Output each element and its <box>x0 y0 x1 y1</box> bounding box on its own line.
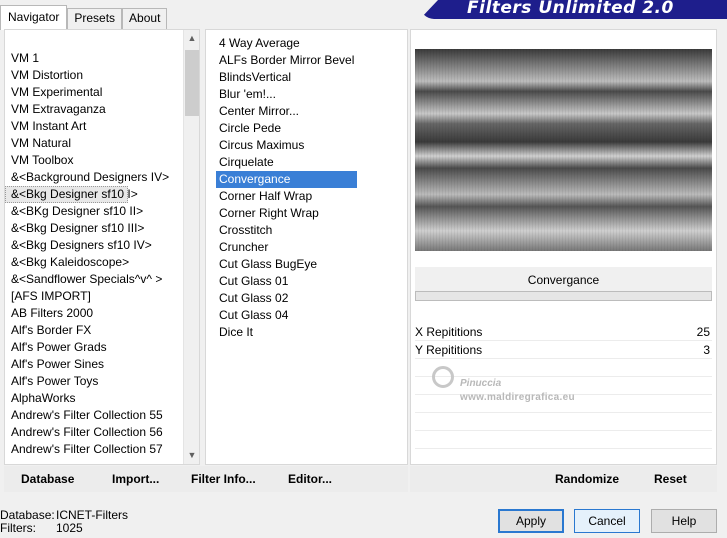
category-item[interactable]: VM Instant Art <box>5 118 185 135</box>
filter-item[interactable]: Crosstitch <box>216 222 357 239</box>
category-item[interactable]: Alf's Power Sines <box>5 356 185 373</box>
filter-item-selected[interactable]: Convergance <box>216 171 358 188</box>
tab-presets[interactable]: Presets <box>67 8 123 31</box>
category-item[interactable]: &<Sandflower Specials^v^ > <box>5 271 185 288</box>
scroll-down-icon[interactable]: ▼ <box>184 447 200 464</box>
filter-item[interactable]: Center Mirror... <box>216 103 357 120</box>
category-item[interactable]: AlphaWorks <box>5 390 185 407</box>
database-button[interactable]: Database <box>21 472 74 486</box>
category-item[interactable]: VM 1 <box>5 50 185 67</box>
category-item[interactable]: Alf's Power Grads <box>5 339 185 356</box>
current-filter-name: Convergance <box>415 267 712 293</box>
filter-item[interactable]: Circle Pede <box>216 120 357 137</box>
watermark-logo-icon <box>432 366 454 388</box>
right-button-bar: Randomize Reset <box>410 466 717 492</box>
cancel-button[interactable]: Cancel <box>574 509 640 533</box>
status-filters-label: Filters: <box>0 521 36 535</box>
category-item-selected[interactable]: &<Bkg Designer sf10 I> <box>5 186 138 203</box>
filter-item[interactable]: Dice It <box>216 324 357 341</box>
tab-navigator[interactable]: Navigator <box>0 5 68 30</box>
category-item[interactable]: AB Filters 2000 <box>5 305 185 322</box>
filter-item[interactable]: Cut Glass 04 <box>216 307 357 324</box>
preview-image <box>415 49 712 251</box>
app-title: Filters Unlimited 2.0 <box>467 0 674 18</box>
filter-item[interactable]: Circus Maximus <box>216 137 357 154</box>
category-item[interactable]: Alf's Border FX <box>5 322 185 339</box>
progress-bar <box>415 291 712 301</box>
editor-button[interactable]: Editor... <box>288 472 332 486</box>
filter-item[interactable]: Cut Glass 02 <box>216 290 357 307</box>
category-item[interactable]: VM Natural <box>5 135 185 152</box>
watermark-url: www.maldiregrafica.eu <box>460 392 575 403</box>
category-item[interactable]: VM Toolbox <box>5 152 185 169</box>
category-item[interactable]: VM Experimental <box>5 84 185 101</box>
apply-button[interactable]: Apply <box>498 509 564 533</box>
param-label: Y Repititions <box>415 343 483 357</box>
category-list-panel: VM 1 VM Distortion VM Experimental VM Ex… <box>4 29 200 465</box>
status-info: Database:ICNET-Filters Filters: 1025 <box>0 509 128 535</box>
param-value: 3 <box>703 343 710 357</box>
category-item[interactable]: Andrew's Filter Collection 56 <box>5 424 185 441</box>
filter-item[interactable]: BlindsVertical <box>216 69 357 86</box>
status-filters-value: 1025 <box>56 521 83 535</box>
category-item[interactable]: Andrew's Filter Collection 55 <box>5 407 185 424</box>
status-filters: Filters: 1025 <box>0 522 128 535</box>
filter-item[interactable]: Corner Right Wrap <box>216 205 357 222</box>
param-row-x[interactable]: X Repititions 25 <box>415 323 712 341</box>
param-row-empty <box>415 431 712 449</box>
category-item[interactable]: [AFS IMPORT] <box>5 288 185 305</box>
filter-item[interactable]: Cruncher <box>216 239 357 256</box>
category-item[interactable]: VM Distortion <box>5 67 185 84</box>
category-item[interactable]: Andrew's Filter Collection 57 <box>5 441 185 458</box>
param-row-empty <box>415 413 712 431</box>
category-list: VM 1 VM Distortion VM Experimental VM Ex… <box>5 50 185 458</box>
param-row-y[interactable]: Y Repititions 3 <box>415 341 712 359</box>
category-item[interactable]: Alf's Power Toys <box>5 373 185 390</box>
watermark: Pinuccia www.maldiregrafica.eu <box>432 364 632 414</box>
param-row-empty <box>415 449 712 467</box>
category-item[interactable]: &<Bkg Designers sf10 IV> <box>5 237 185 254</box>
left-button-bar: Database Import... Filter Info... Editor… <box>4 466 408 492</box>
category-scrollbar[interactable]: ▲ ▼ <box>183 30 199 464</box>
filter-list: 4 Way Average ALFs Border Mirror Bevel B… <box>216 35 358 341</box>
filter-item[interactable]: 4 Way Average <box>216 35 357 52</box>
scrollbar-thumb[interactable] <box>185 50 199 116</box>
scroll-up-icon[interactable]: ▲ <box>184 30 200 47</box>
param-label: X Repititions <box>415 325 483 339</box>
category-item[interactable]: &<BKg Designer sf10 II> <box>5 203 185 220</box>
import-button[interactable]: Import... <box>112 472 159 486</box>
filter-item[interactable]: ALFs Border Mirror Bevel <box>216 52 357 69</box>
category-item[interactable]: VM Extravaganza <box>5 101 185 118</box>
filter-item[interactable]: Cut Glass BugEye <box>216 256 357 273</box>
category-item[interactable]: &<Bkg Designer sf10 III> <box>5 220 185 237</box>
randomize-button[interactable]: Randomize <box>555 472 619 486</box>
watermark-name: Pinuccia <box>460 378 502 389</box>
filter-info-button[interactable]: Filter Info... <box>191 472 256 486</box>
help-button[interactable]: Help <box>651 509 717 533</box>
filter-item[interactable]: Blur 'em!... <box>216 86 357 103</box>
filter-item[interactable]: Cirquelate <box>216 154 357 171</box>
filter-list-panel: 4 Way Average ALFs Border Mirror Bevel B… <box>205 29 408 465</box>
tab-bar: Navigator Presets About <box>0 5 168 31</box>
tab-about[interactable]: About <box>122 8 168 31</box>
filter-item[interactable]: Corner Half Wrap <box>216 188 357 205</box>
category-item[interactable]: &<Background Designers IV> <box>5 169 185 186</box>
param-value: 25 <box>696 325 710 339</box>
category-item[interactable]: &<Bkg Kaleidoscope> <box>5 254 185 271</box>
status-database-value: ICNET-Filters <box>56 508 128 522</box>
reset-button[interactable]: Reset <box>654 472 687 486</box>
filter-item[interactable]: Cut Glass 01 <box>216 273 357 290</box>
